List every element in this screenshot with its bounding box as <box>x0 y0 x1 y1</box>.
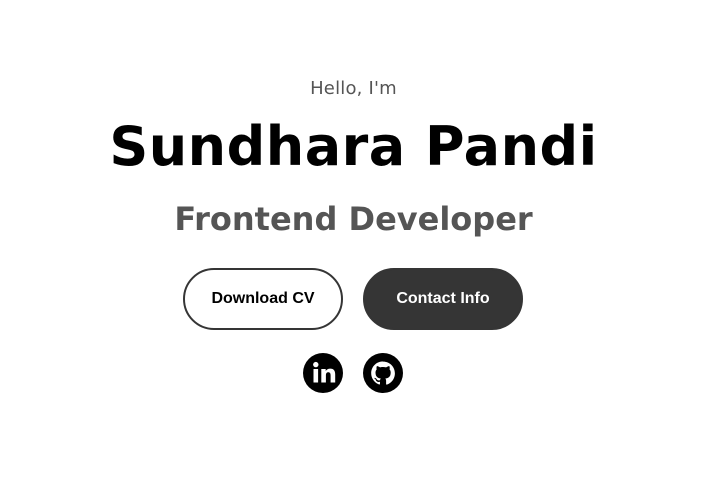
profile-role: Frontend Developer <box>174 200 533 238</box>
profile-name: Sundhara Pandi <box>109 115 598 178</box>
download-cv-label: Download CV <box>211 290 315 307</box>
hero-section: Hello, I'm Sundhara Pandi Frontend Devel… <box>0 0 719 480</box>
linkedin-icon <box>303 353 343 393</box>
github-icon <box>363 353 403 393</box>
contact-info-button[interactable]: Contact Info <box>363 268 523 330</box>
download-cv-button[interactable]: Download CV <box>183 268 343 330</box>
contact-info-label: Contact Info <box>396 290 490 307</box>
greeting-text: Hello, I'm <box>310 78 397 99</box>
linkedin-link[interactable] <box>302 352 344 394</box>
github-link[interactable] <box>362 352 404 394</box>
